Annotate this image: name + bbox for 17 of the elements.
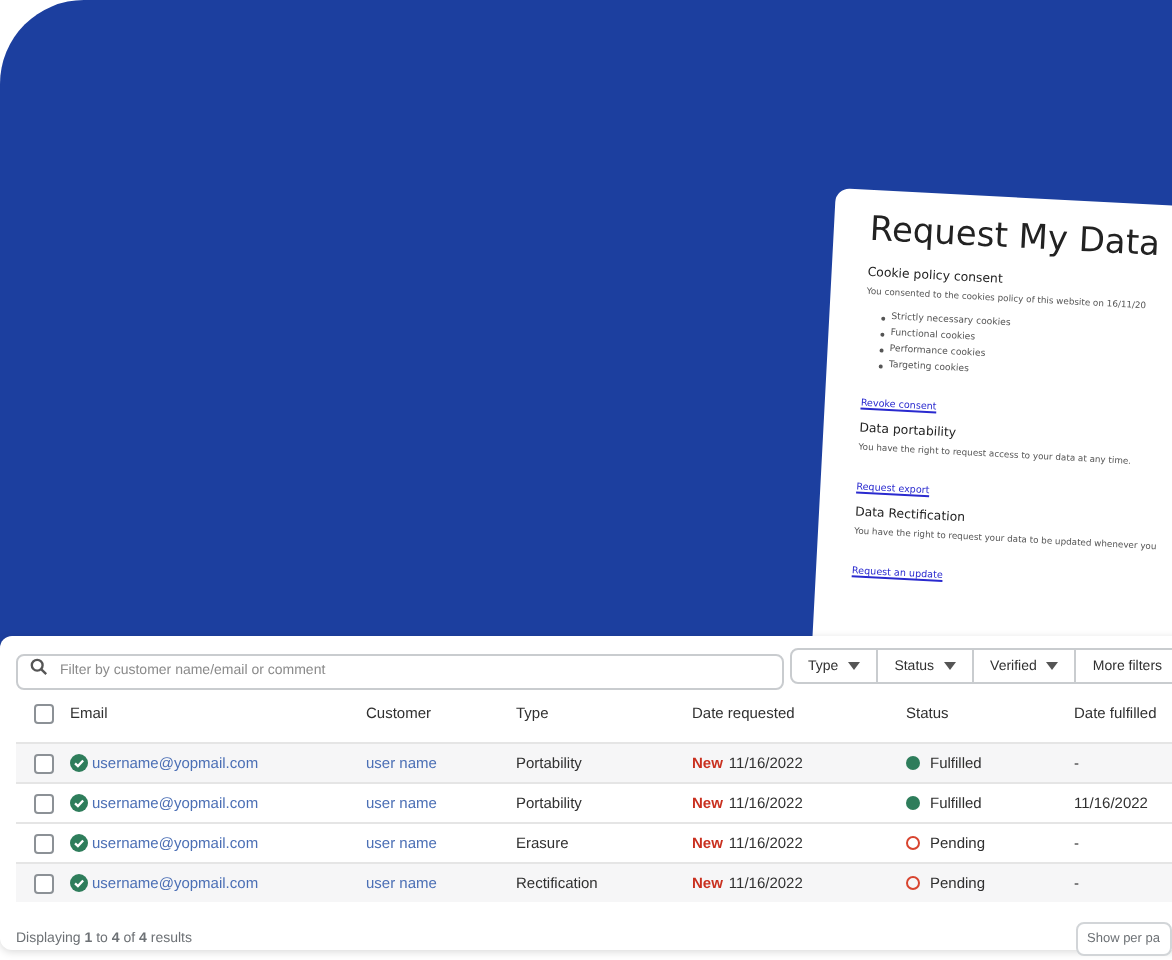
checkbox[interactable]	[33, 793, 53, 813]
bullet-icon	[879, 347, 884, 352]
bullet-icon	[881, 315, 886, 320]
verified-check-icon	[70, 874, 88, 892]
checkbox[interactable]	[33, 833, 53, 853]
verified-check-icon	[70, 834, 88, 852]
checkbox[interactable]	[33, 703, 53, 723]
caret-icon	[848, 662, 861, 670]
bullet-icon	[878, 363, 883, 368]
bullet-icon	[880, 331, 885, 336]
caret-icon	[1046, 662, 1059, 670]
verified-check-icon	[70, 754, 88, 772]
checkbox[interactable]	[33, 753, 53, 773]
checkbox[interactable]	[33, 873, 53, 893]
caret-icon	[944, 662, 957, 670]
verified-check-icon	[70, 794, 88, 812]
card-title: Request My Data	[868, 209, 1163, 266]
